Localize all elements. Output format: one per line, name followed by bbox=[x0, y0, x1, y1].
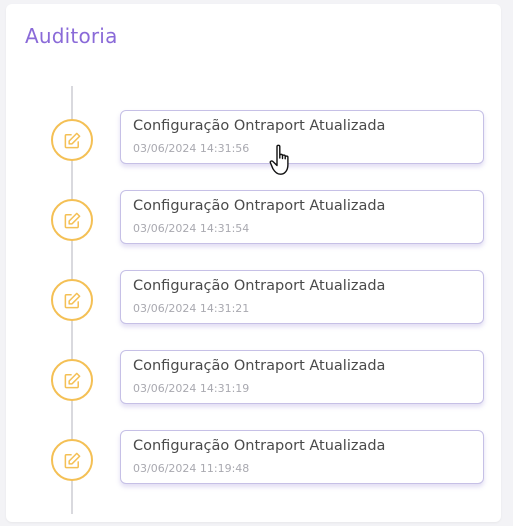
edit-icon bbox=[51, 279, 93, 321]
edit-icon bbox=[51, 439, 93, 481]
timeline-entry: Configuração Ontraport Atualizada 03/06/… bbox=[6, 429, 501, 489]
audit-card[interactable]: Configuração Ontraport Atualizada 03/06/… bbox=[120, 350, 484, 404]
audit-card[interactable]: Configuração Ontraport Atualizada 03/06/… bbox=[120, 190, 484, 244]
audit-card-title: Configuração Ontraport Atualizada bbox=[133, 358, 386, 374]
audit-card-date: 03/06/2024 14:31:54 bbox=[133, 222, 250, 235]
timeline-entry: Configuração Ontraport Atualizada 03/06/… bbox=[6, 109, 501, 169]
timeline-entry: Configuração Ontraport Atualizada 03/06/… bbox=[6, 349, 501, 409]
timeline-entry: Configuração Ontraport Atualizada 03/06/… bbox=[6, 269, 501, 329]
panel-title: Auditoria bbox=[25, 24, 118, 48]
audit-card-date: 03/06/2024 14:31:21 bbox=[133, 302, 250, 315]
audit-card-date: 03/06/2024 14:31:19 bbox=[133, 382, 250, 395]
hand-pointer-icon bbox=[269, 144, 289, 175]
audit-card[interactable]: Configuração Ontraport Atualizada 03/06/… bbox=[120, 270, 484, 324]
audit-card-date: 03/06/2024 11:19:48 bbox=[133, 462, 250, 475]
audit-card-title: Configuração Ontraport Atualizada bbox=[133, 438, 386, 454]
audit-card[interactable]: Configuração Ontraport Atualizada 03/06/… bbox=[120, 110, 484, 164]
audit-card-title: Configuração Ontraport Atualizada bbox=[133, 278, 386, 294]
audit-card-title: Configuração Ontraport Atualizada bbox=[133, 118, 386, 134]
audit-card-title: Configuração Ontraport Atualizada bbox=[133, 198, 386, 214]
timeline-entry: Configuração Ontraport Atualizada 03/06/… bbox=[6, 189, 501, 249]
audit-panel: Auditoria Configuração Ontraport Atualiz… bbox=[6, 4, 501, 522]
audit-card-date: 03/06/2024 14:31:56 bbox=[133, 142, 250, 155]
audit-card[interactable]: Configuração Ontraport Atualizada 03/06/… bbox=[120, 430, 484, 484]
edit-icon bbox=[51, 359, 93, 401]
edit-icon bbox=[51, 119, 93, 161]
edit-icon bbox=[51, 199, 93, 241]
